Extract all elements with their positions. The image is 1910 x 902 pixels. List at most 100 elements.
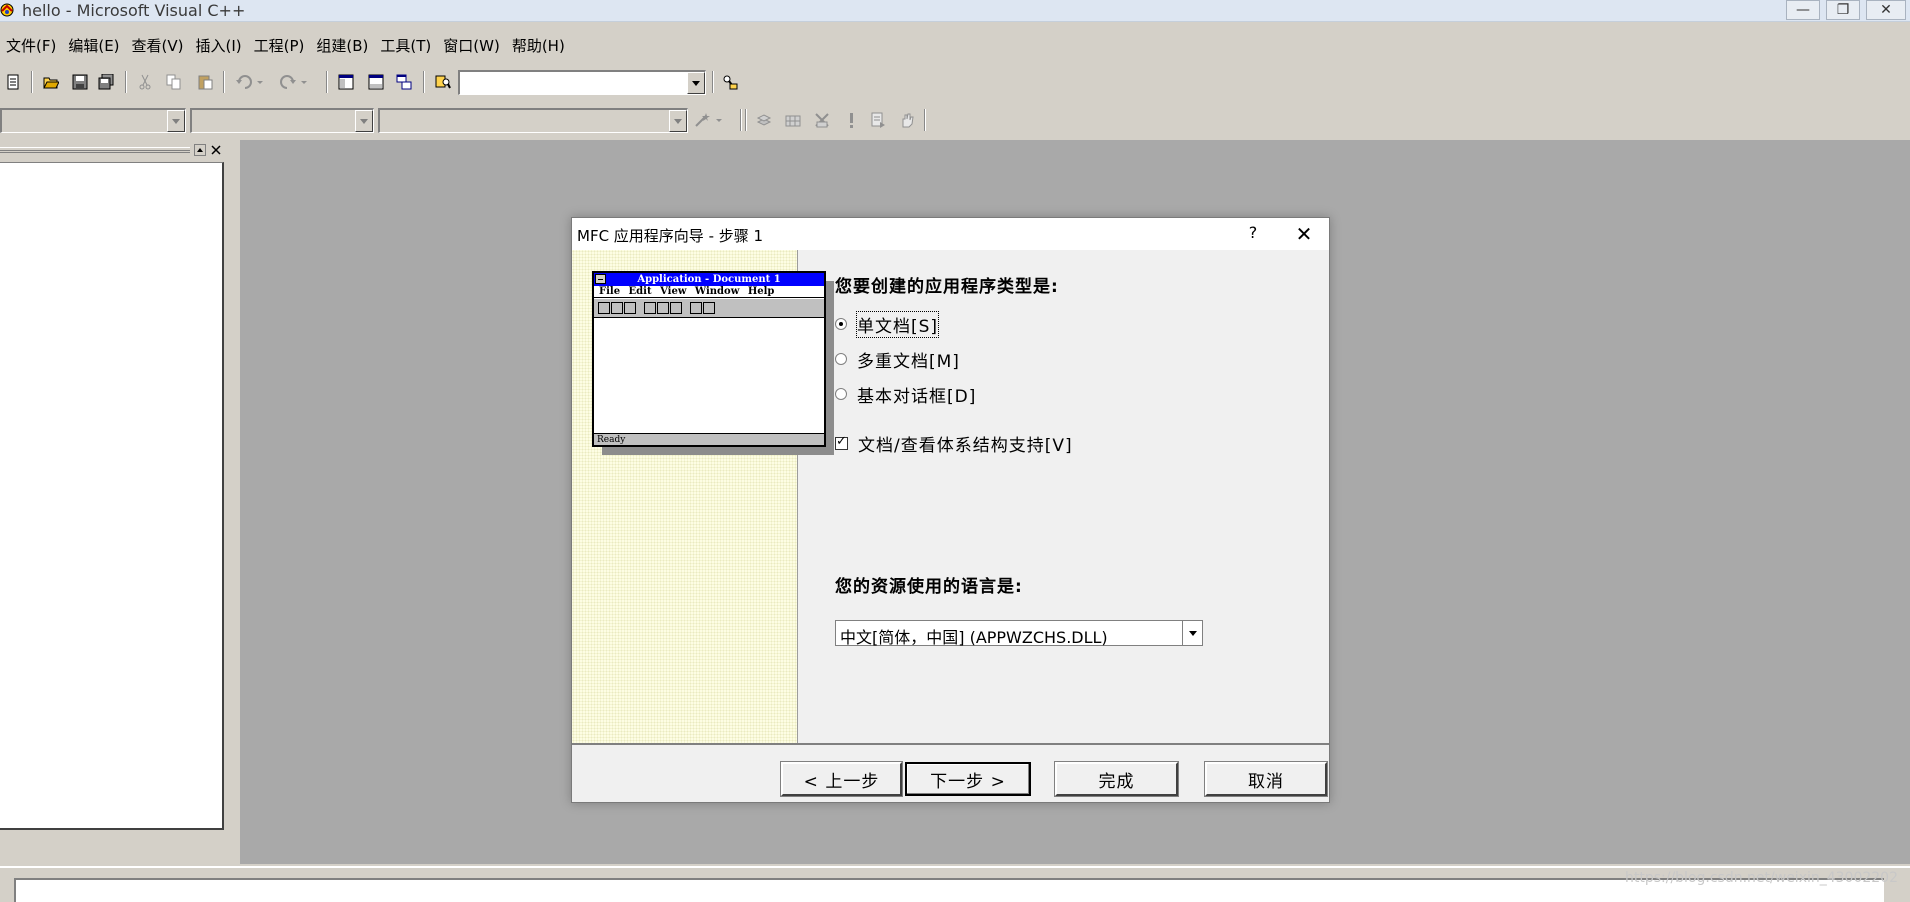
help-icon[interactable]: ? bbox=[1238, 223, 1268, 242]
preview-tool-icon bbox=[690, 302, 702, 314]
output-text-area[interactable] bbox=[14, 878, 1884, 902]
chevron-down-icon[interactable] bbox=[355, 110, 373, 132]
preview-tool-icon bbox=[703, 302, 715, 314]
wizard-illustration-panel: Application - Document 1 File Edit View … bbox=[572, 250, 834, 743]
checkbox[interactable] bbox=[835, 434, 848, 450]
preview-toolbar bbox=[594, 299, 824, 318]
filter-combo[interactable] bbox=[190, 108, 374, 133]
go-icon[interactable] bbox=[870, 112, 886, 128]
close-icon: ✕ bbox=[1880, 2, 1892, 18]
chevron-down-icon[interactable] bbox=[669, 110, 687, 132]
preview-caption: Application - Document 1 bbox=[594, 273, 824, 286]
close-window-button[interactable]: ✕ bbox=[1866, 0, 1906, 20]
watermark: https://blog.csdn.net/weixin_43002202 bbox=[1624, 870, 1898, 886]
radio-dialog-based[interactable]: 基本对话框[D] bbox=[835, 382, 976, 407]
menu-view[interactable]: 查看(V) bbox=[126, 35, 190, 56]
finish-button[interactable]: 完成 bbox=[1054, 761, 1179, 797]
cancel-button[interactable]: 取消 bbox=[1204, 761, 1328, 797]
radio-multiple-documents[interactable]: 多重文档[M] bbox=[835, 347, 960, 372]
chevron-down-icon[interactable] bbox=[687, 72, 705, 94]
menu-help[interactable]: 帮助(H) bbox=[506, 35, 571, 56]
maximize-pane-icon[interactable] bbox=[194, 144, 206, 156]
chevron-down-icon[interactable] bbox=[167, 110, 185, 132]
language-select[interactable]: 中文[简体，中国] (APPWZCHS.DLL) bbox=[835, 620, 1203, 647]
pane-splitter[interactable] bbox=[226, 138, 240, 868]
app-preview-image: Application - Document 1 File Edit View … bbox=[592, 271, 834, 455]
execute-icon[interactable] bbox=[843, 112, 859, 128]
preview-menu: File Edit View Window Help bbox=[594, 286, 824, 298]
radio-button[interactable] bbox=[835, 388, 847, 400]
workspace-grip[interactable] bbox=[0, 147, 190, 153]
preview-menu-window: Window bbox=[694, 286, 740, 297]
copy-icon[interactable] bbox=[166, 74, 182, 90]
wizard-icon[interactable] bbox=[694, 112, 726, 128]
breakpoint-icon[interactable] bbox=[899, 112, 915, 128]
app-icon bbox=[0, 3, 14, 17]
dialog-button-bar: < 上一步 下一步 > 完成 取消 bbox=[572, 743, 1329, 802]
radio-single-document[interactable]: 单文档[S] bbox=[835, 310, 940, 338]
preview-status-bar: Ready bbox=[594, 433, 824, 445]
preview-tool-icon bbox=[644, 302, 656, 314]
minimize-button[interactable]: — bbox=[1786, 0, 1820, 20]
build-icon[interactable] bbox=[785, 112, 801, 128]
wizard-options-panel: 您要创建的应用程序类型是: 单文档[S] 多重文档[M] 基本对话框[D] 文档… bbox=[799, 250, 1329, 743]
restore-button[interactable]: ❐ bbox=[1826, 0, 1860, 20]
stop-build-icon[interactable] bbox=[814, 112, 830, 128]
cut-icon[interactable] bbox=[137, 74, 153, 90]
preview-menu-edit: Edit bbox=[628, 286, 652, 297]
window-list-icon[interactable] bbox=[396, 74, 412, 90]
preview-tool-icon bbox=[611, 302, 623, 314]
radio-button[interactable] bbox=[835, 353, 847, 365]
next-button[interactable]: 下一步 > bbox=[905, 762, 1031, 796]
radio-button[interactable] bbox=[835, 318, 847, 330]
find-combo[interactable] bbox=[458, 70, 706, 95]
search-icon[interactable] bbox=[722, 74, 738, 90]
workspace-tree[interactable] bbox=[0, 162, 224, 830]
radio-label[interactable]: 基本对话框[D] bbox=[857, 382, 976, 407]
menu-tools[interactable]: 工具(T) bbox=[374, 35, 437, 56]
preview-window: Application - Document 1 File Edit View … bbox=[592, 271, 826, 447]
output-pane bbox=[0, 866, 1910, 902]
new-text-file-icon[interactable] bbox=[5, 74, 21, 90]
members-combo[interactable] bbox=[378, 108, 688, 133]
preview-tool-icon bbox=[624, 302, 636, 314]
preview-menu-file: File bbox=[599, 286, 621, 297]
preview-menu-help: Help bbox=[747, 286, 775, 297]
minimize-icon: — bbox=[1796, 2, 1810, 18]
menu-window[interactable]: 窗口(W) bbox=[437, 35, 506, 56]
menu-project[interactable]: 工程(P) bbox=[248, 35, 311, 56]
menu-insert[interactable]: 插入(I) bbox=[190, 35, 248, 56]
menu-bar: 文件(F) 编辑(E) 查看(V) 插入(I) 工程(P) 组建(B) 工具(T… bbox=[0, 32, 571, 58]
preview-system-menu-icon bbox=[595, 274, 606, 284]
save-all-icon[interactable] bbox=[98, 74, 114, 90]
radio-label[interactable]: 多重文档[M] bbox=[857, 347, 960, 372]
class-combo[interactable] bbox=[0, 108, 186, 133]
preview-menu-view: View bbox=[660, 286, 687, 297]
undo-icon[interactable] bbox=[235, 74, 265, 90]
close-icon[interactable]: ✕ bbox=[1284, 220, 1324, 248]
menu-edit[interactable]: 编辑(E) bbox=[62, 35, 125, 56]
chevron-down-icon[interactable] bbox=[1182, 621, 1202, 645]
output-icon[interactable] bbox=[368, 74, 384, 90]
paste-icon[interactable] bbox=[197, 74, 213, 90]
window-title: hello - Microsoft Visual C++ bbox=[22, 1, 246, 20]
radio-label[interactable]: 单文档[S] bbox=[855, 310, 940, 338]
docview-support-checkbox[interactable]: 文档/查看体系结构支持[V] bbox=[835, 431, 1073, 456]
menu-file[interactable]: 文件(F) bbox=[0, 35, 62, 56]
checkbox-label[interactable]: 文档/查看体系结构支持[V] bbox=[858, 431, 1073, 456]
back-button[interactable]: < 上一步 bbox=[780, 761, 903, 797]
close-icon[interactable] bbox=[210, 144, 222, 156]
workspace-icon[interactable] bbox=[338, 74, 354, 90]
menu-build[interactable]: 组建(B) bbox=[310, 35, 374, 56]
dialog-title: MFC 应用程序向导 - 步骤 1 bbox=[577, 227, 764, 245]
compile-icon[interactable] bbox=[756, 112, 772, 128]
preview-tool-icon bbox=[657, 302, 669, 314]
standard-toolbar bbox=[0, 66, 760, 98]
restore-icon: ❐ bbox=[1836, 2, 1850, 18]
language-select-value: 中文[简体，中国] (APPWZCHS.DLL) bbox=[840, 628, 1108, 647]
redo-icon[interactable] bbox=[279, 74, 309, 90]
save-icon[interactable] bbox=[72, 74, 88, 90]
find-in-files-icon[interactable] bbox=[435, 74, 451, 90]
app-type-label: 您要创建的应用程序类型是: bbox=[835, 277, 1059, 297]
open-icon[interactable] bbox=[43, 74, 59, 90]
